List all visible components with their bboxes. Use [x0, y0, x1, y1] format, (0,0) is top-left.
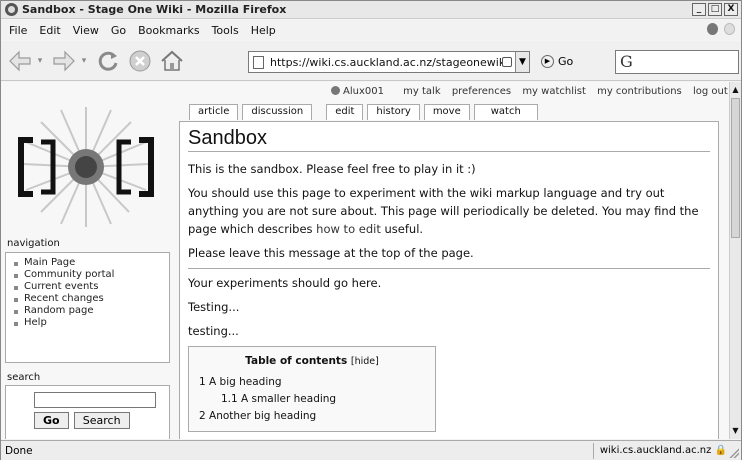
browser-window: Sandbox - Stage One Wiki - Mozilla Firef…: [0, 0, 742, 460]
my-talk-link[interactable]: my talk: [403, 86, 440, 97]
paragraph-instructions: You should use this page to experiment w…: [188, 186, 699, 236]
page-viewport: Alux001 my talk preferences my watchlist…: [1, 82, 729, 439]
nav-community-portal[interactable]: Community portal: [12, 269, 163, 280]
nav-recent-changes[interactable]: Recent changes: [12, 293, 163, 304]
nav-main-page[interactable]: Main Page: [12, 257, 163, 268]
navigation-heading: navigation: [7, 238, 60, 249]
status-bar: Done wiki.cs.auckland.ac.nz 🔒: [1, 440, 741, 460]
toc-hide-link[interactable]: [hide]: [351, 356, 379, 367]
menu-file[interactable]: File: [3, 24, 33, 37]
page-icon: [253, 55, 264, 69]
go-arrow-icon: ▶: [541, 55, 554, 68]
status-text: Done: [5, 444, 33, 457]
firefox-icon: [5, 3, 18, 16]
paragraph-testing-lower: testing...: [188, 324, 239, 338]
status-lock-icon[interactable]: 🔒: [715, 445, 727, 456]
toc-entry[interactable]: 2 Another big heading: [199, 408, 425, 425]
nav-help[interactable]: Help: [12, 317, 163, 328]
tab-watch[interactable]: watch: [473, 104, 538, 120]
minimize-button[interactable]: _: [692, 3, 706, 16]
nav-current-events[interactable]: Current events: [12, 281, 163, 292]
toc-entry[interactable]: 1.1 A smaller heading: [199, 391, 425, 408]
divider: [188, 268, 710, 269]
log-out-link[interactable]: log out: [693, 86, 728, 97]
close-button[interactable]: X: [724, 3, 738, 16]
tab-move[interactable]: move: [423, 104, 470, 120]
go-button[interactable]: ▶ Go: [541, 55, 573, 68]
google-search-icon: G: [620, 52, 633, 71]
scroll-down-icon[interactable]: ▼: [730, 425, 741, 437]
menu-help[interactable]: Help: [245, 24, 282, 37]
personal-tools: Alux001 my talk preferences my watchlist…: [331, 86, 729, 97]
search-heading: search: [7, 372, 41, 383]
menu-bookmarks[interactable]: Bookmarks: [132, 24, 205, 37]
go-label: Go: [558, 55, 574, 68]
page-tabs: article discussion edit history move wat…: [189, 104, 542, 120]
menu-bar: File Edit View Go Bookmarks Tools Help: [1, 20, 741, 40]
wiki-go-button[interactable]: Go: [34, 412, 69, 429]
menu-tools[interactable]: Tools: [206, 24, 245, 37]
menu-edit[interactable]: Edit: [33, 24, 66, 37]
maximize-button[interactable]: □: [708, 3, 722, 16]
user-link[interactable]: Alux001: [331, 86, 392, 97]
url-dropdown-icon[interactable]: ▼: [515, 52, 529, 72]
search-box[interactable]: G: [615, 50, 739, 74]
window-title: Sandbox - Stage One Wiki - Mozilla Firef…: [22, 3, 287, 16]
url-text[interactable]: https://wiki.cs.auckland.ac.nz/stageonew…: [270, 56, 502, 69]
article-content: Sandbox This is the sandbox. Please feel…: [179, 121, 719, 439]
paragraph-testing: Testing...: [188, 300, 240, 314]
tab-article[interactable]: article: [189, 104, 239, 120]
title-bar: Sandbox - Stage One Wiki - Mozilla Firef…: [1, 1, 741, 19]
stop-icon[interactable]: [127, 48, 153, 74]
table-of-contents: Table of contents [hide] 1 A big heading…: [188, 346, 436, 432]
window-controls: _ □ X: [692, 3, 738, 16]
tab-edit[interactable]: edit: [326, 104, 364, 120]
tab-history[interactable]: history: [367, 104, 420, 120]
navigation-toolbar: ▾ ▾ https://wiki.cs.auckland.ac.nz/stage…: [1, 41, 741, 81]
paragraph-notice: Please leave this message at the top of …: [188, 246, 474, 260]
nav-random-page[interactable]: Random page: [12, 305, 163, 316]
tab-discussion[interactable]: discussion: [242, 104, 313, 120]
toc-entry[interactable]: 1 A big heading: [199, 374, 425, 391]
how-to-edit-link[interactable]: how to edit: [316, 222, 381, 236]
address-bar[interactable]: https://wiki.cs.auckland.ac.nz/stageonew…: [248, 51, 530, 73]
my-watchlist-link[interactable]: my watchlist: [522, 86, 586, 97]
menu-view[interactable]: View: [67, 24, 105, 37]
paragraph-intro: This is the sandbox. Please feel free to…: [188, 162, 476, 176]
forward-dropdown-icon[interactable]: ▾: [79, 48, 89, 74]
wiki-search-button[interactable]: Search: [73, 412, 130, 429]
forward-icon[interactable]: [51, 48, 77, 74]
status-host: wiki.cs.auckland.ac.nz 🔒: [592, 443, 727, 459]
resize-grip-icon[interactable]: [729, 448, 739, 458]
toc-header: Table of contents [hide]: [245, 355, 379, 367]
vertical-scrollbar[interactable]: ▲ ▼: [729, 82, 741, 439]
wiki-logo[interactable]: [11, 102, 161, 232]
scroll-thumb[interactable]: [731, 98, 740, 238]
my-contributions-link[interactable]: my contributions: [597, 86, 682, 97]
menu-go[interactable]: Go: [105, 24, 132, 37]
paragraph-experiments: Your experiments should go here.: [188, 276, 382, 290]
search-portlet: Go Search: [5, 385, 170, 439]
back-icon[interactable]: [7, 48, 33, 74]
preferences-link[interactable]: preferences: [452, 86, 511, 97]
reload-icon[interactable]: [95, 48, 121, 74]
home-icon[interactable]: [159, 48, 185, 74]
page-title: Sandbox: [188, 126, 710, 152]
user-icon: [331, 86, 340, 95]
wiki-search-input[interactable]: [34, 392, 156, 408]
throbber-icon: [707, 23, 735, 37]
lock-icon[interactable]: [502, 57, 512, 67]
scroll-up-icon[interactable]: ▲: [730, 84, 741, 96]
navigation-portlet: Main Page Community portal Current event…: [5, 252, 170, 363]
back-dropdown-icon[interactable]: ▾: [35, 48, 45, 74]
